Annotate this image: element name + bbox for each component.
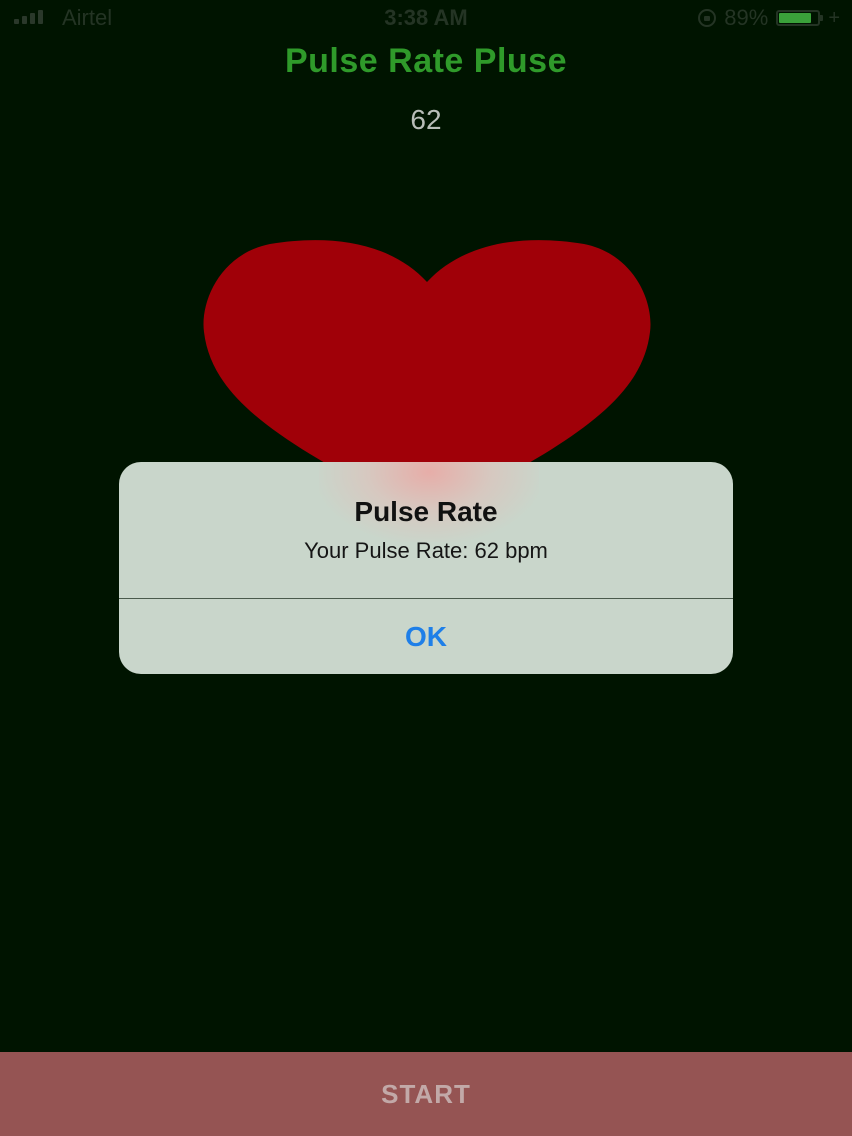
battery-percent: 89% [724, 5, 769, 30]
pulse-rate-screen: Airtel 3:38 AM 89% + Pulse Rate Pluse 62… [0, 0, 852, 1136]
charging-icon: + [828, 6, 840, 29]
alert-message: Your Pulse Rate: 62 bpm [304, 538, 548, 563]
battery-icon [776, 10, 824, 26]
alert-title: Pulse Rate [354, 496, 498, 527]
start-button[interactable]: START [0, 1052, 852, 1136]
status-bar: Airtel 3:38 AM 89% + [0, 0, 852, 36]
pulse-rate-alert: Pulse Rate Your Pulse Rate: 62 bpm OK [119, 462, 733, 674]
alert-ok-button[interactable]: OK [119, 599, 733, 674]
battery-level-fill [779, 13, 812, 23]
app-title: Pulse Rate Pluse [284, 42, 567, 80]
orientation-lock-icon [698, 9, 717, 27]
pulse-rate-value: 62 [410, 104, 442, 135]
status-right-group: 89% + [698, 5, 840, 31]
